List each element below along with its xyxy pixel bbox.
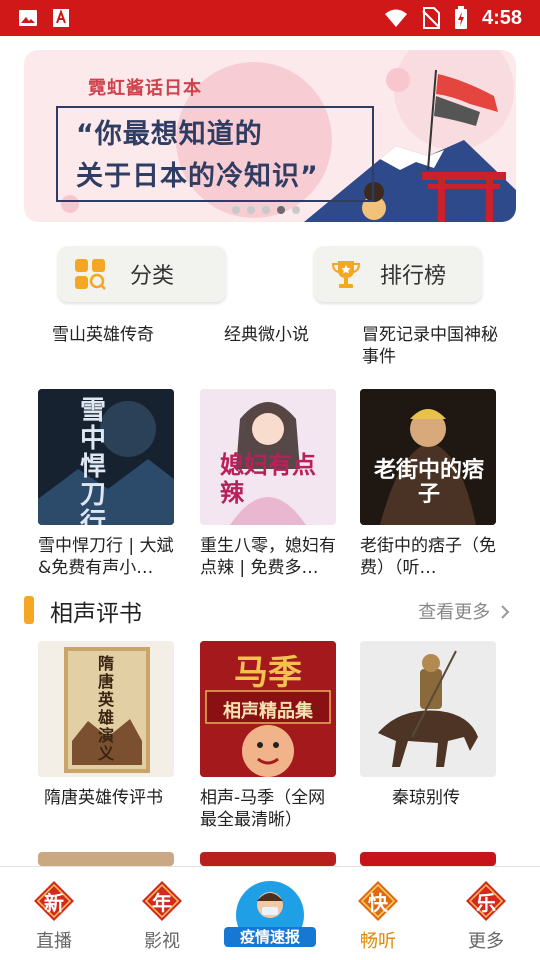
carousel-dot-active: [277, 206, 285, 214]
section-accent-bar: [24, 596, 34, 624]
book-title[interactable]: 秦琼别传: [392, 787, 492, 809]
banner-tag: 霓虹酱话日本: [88, 78, 202, 99]
see-more-link[interactable]: 查看更多: [418, 598, 510, 624]
banner-headline-2: 关于日本的冷知识”: [76, 161, 319, 192]
ranking-button[interactable]: 排行榜: [314, 246, 482, 302]
app-icon: [53, 9, 69, 27]
book-cover-partial[interactable]: [200, 852, 336, 866]
category-button[interactable]: 分类: [58, 246, 226, 302]
battery-charging-icon: [454, 6, 467, 29]
book-cover[interactable]: 马季 相声精品集: [200, 641, 336, 777]
cover-title: 马季: [234, 653, 302, 693]
nav-label: 直播: [36, 931, 72, 952]
cover-art: [360, 641, 496, 777]
nav-badge-text: 快: [368, 891, 388, 915]
section-header: 相声评书 查看更多: [24, 594, 516, 627]
nav-label: 影视: [144, 931, 180, 952]
nav-video[interactable]: 年 影视: [108, 867, 216, 960]
epidemic-report-label: 疫情速报: [224, 927, 316, 947]
trophy-icon: [331, 261, 361, 288]
carousel-dot: [262, 206, 270, 214]
banner-headline-1: “你最想知道的: [76, 119, 263, 150]
book-cover[interactable]: 媳妇有点辣: [200, 389, 336, 525]
book-title[interactable]: 雪山英雄传奇: [52, 324, 192, 346]
nav-badge-text: 新: [44, 891, 64, 915]
nav-label: 更多: [468, 931, 504, 952]
carousel-dot: [232, 206, 240, 214]
book-cover[interactable]: 老街中的痞子: [360, 389, 496, 525]
wifi-icon: [384, 9, 407, 27]
book-cover[interactable]: [360, 641, 496, 777]
image-icon: [19, 10, 37, 26]
no-sim-icon: [422, 7, 440, 29]
category-label: 分类: [130, 264, 175, 289]
book-title[interactable]: 冒死记录中国神秘事件: [362, 324, 502, 368]
carousel-indicator: [232, 206, 300, 214]
clock: 4:58: [481, 6, 522, 29]
book-cover-partial[interactable]: [360, 852, 496, 866]
status-bar: 4:58: [0, 0, 540, 36]
carousel-dot: [292, 206, 300, 214]
cover-title: 媳妇有点辣: [220, 451, 316, 507]
cover-title: 隋唐英雄演义: [98, 654, 115, 763]
promo-banner[interactable]: 霓虹酱话日本 “你最想知道的 关于日本的冷知识”: [24, 50, 516, 222]
book-title[interactable]: 老街中的痞子（免费）（听…: [360, 535, 500, 579]
chevron-right-icon: [501, 605, 510, 619]
nav-listen[interactable]: 快 畅听: [324, 867, 432, 960]
category-grid-icon: [75, 259, 106, 290]
book-cover-partial[interactable]: [38, 852, 174, 866]
see-more-label: 查看更多: [418, 602, 491, 623]
cover-subtitle: 相声精品集: [223, 701, 313, 722]
carousel-dot: [247, 206, 255, 214]
book-cover[interactable]: 雪中悍刀行: [38, 389, 174, 525]
book-title[interactable]: 相声-马季（全网最全最清晰）: [200, 787, 340, 831]
book-title[interactable]: 隋唐英雄传评书: [44, 787, 184, 809]
bottom-navigation: 新 直播 年 影视 疫情速报 快 畅听 乐 更多: [0, 866, 540, 960]
book-title[interactable]: 雪中悍刀行 | 大斌&免费有声小…: [38, 535, 178, 579]
nav-label-active: 畅听: [360, 931, 396, 952]
book-title[interactable]: 经典微小说: [224, 324, 364, 346]
cover-title: 雪中悍刀行: [80, 396, 107, 525]
nav-more[interactable]: 乐 更多: [432, 867, 540, 960]
book-title[interactable]: 重生八零，媳妇有点辣 | 免费多…: [200, 535, 340, 579]
ranking-label: 排行榜: [380, 264, 447, 289]
nav-badge-text: 乐: [476, 891, 496, 915]
section-title: 相声评书: [50, 601, 142, 627]
nav-badge-text: 年: [152, 891, 172, 915]
nav-live[interactable]: 新 直播: [0, 867, 108, 960]
book-cover[interactable]: 隋唐英雄演义: [38, 641, 174, 777]
cover-title: 老街中的痞子: [373, 458, 484, 507]
nav-epidemic-report[interactable]: 疫情速报: [216, 867, 324, 960]
